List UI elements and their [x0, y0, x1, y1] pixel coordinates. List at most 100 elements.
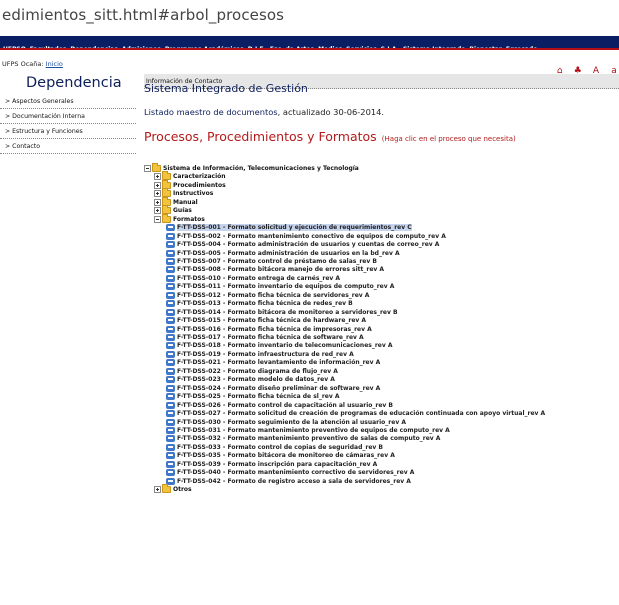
utility-icons: ⌂ ♣ A a — [552, 58, 619, 76]
tree-node-label: Caracterización — [173, 173, 226, 181]
sidebar-title: Dependencia — [26, 75, 122, 91]
document-icon — [166, 291, 175, 299]
tree-node-label: F-TT-DSS-030 - Formato seguimiento de la… — [177, 418, 406, 426]
document-icon — [166, 224, 175, 232]
tree-node-label: F-TT-DSS-039 - Formato inscripción para … — [177, 460, 378, 468]
expand-icon[interactable] — [154, 181, 161, 189]
document-icon — [166, 384, 175, 392]
expand-icon[interactable] — [154, 198, 161, 206]
tree-node-label: F-TT-DSS-026 - Formato control de capaci… — [177, 401, 393, 409]
nav-item[interactable]: Medios — [318, 44, 342, 48]
document-icon — [166, 232, 175, 240]
tree-node-label: Otros — [173, 486, 192, 494]
tree-node-label: F-TT-DSS-005 - Formato administración de… — [177, 249, 400, 257]
tree-node-label: F-TT-DSS-042 - Formato de registro acces… — [177, 477, 411, 485]
nav-item[interactable]: D.I.E. — [248, 44, 266, 48]
folder-icon — [162, 484, 171, 494]
nav-item[interactable]: Facultades — [30, 44, 67, 48]
tree-node-label: Instructivos — [173, 190, 214, 198]
document-icon — [166, 274, 175, 282]
tree-node-label: F-TT-DSS-012 - Formato ficha técnica de … — [177, 291, 370, 299]
page-title: Sistema Integrado de Gestión — [144, 82, 308, 95]
document-icon — [166, 283, 175, 291]
procesos-heading: Procesos, Procedimientos y Formatos (Hag… — [144, 126, 516, 145]
folder-icon — [162, 213, 171, 223]
document-icon — [166, 376, 175, 384]
tree-node-label: F-TT-DSS-011 - Formato inventario de equ… — [177, 283, 395, 291]
document-icon — [166, 443, 175, 451]
document-icon — [166, 334, 175, 341]
tree-node-label: F-TT-DSS-031 - Formato mantenimiento pre… — [177, 426, 450, 434]
tree-node-label: Formatos — [173, 215, 205, 223]
tree-node-label: F-TT-DSS-017 - Formato ficha técnica de … — [177, 334, 364, 341]
tree-node-label: F-TT-DSS-015 - Formato ficha técnica de … — [177, 317, 367, 325]
tree-node-label: F-TT-DSS-040 - Formato mantenimiento cor… — [177, 469, 415, 477]
document-icon — [166, 359, 175, 367]
tree-node-label: F-TT-DSS-014 - Formato bitácora de monit… — [177, 308, 398, 316]
tree-node-label: Sistema de Información, Telecomunicacion… — [163, 165, 359, 172]
top-navigation: UFPSO Facultades Dependencias Admisiones Pro… — [0, 36, 619, 50]
tree-node-label: F-TT-DSS-032 - Formato mantenimiento pre… — [177, 435, 441, 443]
document-icon — [166, 241, 175, 249]
sidebar-item[interactable]: > Estructura y Funciones — [0, 124, 136, 139]
sidebar-item[interactable]: > Aspectos Generales — [0, 94, 136, 109]
tree-node-label: F-TT-DSS-016 - Formato ficha técnica de … — [177, 325, 372, 333]
listado-line: Listado maestro de documentos, actualiza… — [144, 107, 384, 117]
listado-date: , actualizado 30-06-2014. — [277, 107, 385, 117]
sidebar-item[interactable]: > Documentación Interna — [0, 109, 136, 124]
document-icon — [166, 418, 175, 426]
document-icon — [166, 401, 175, 409]
nav-item[interactable]: UFPSO — [3, 44, 26, 48]
tree-node-label: F-TT-DSS-007 - Formato control de présta… — [177, 257, 377, 265]
expand-icon[interactable] — [154, 207, 161, 215]
expand-icon[interactable] — [154, 173, 161, 181]
document-icon — [166, 452, 175, 460]
nav-item[interactable]: S.I.A. — [381, 44, 399, 48]
nav-item[interactable]: Servicios — [346, 44, 377, 48]
procesos-title: Procesos, Procedimientos y Formatos — [144, 129, 377, 144]
collapse-icon[interactable] — [154, 215, 161, 223]
nav-item[interactable]: Sistema Integrado — [403, 44, 465, 48]
tree-node-label: F-TT-DSS-019 - Formato infraestructura d… — [177, 350, 354, 358]
sidebar-item[interactable]: > Contacto — [0, 139, 136, 154]
tree-node-label: F-TT-DSS-013 - Formato ficha técnica de … — [177, 300, 353, 308]
tree-node-label: Guías — [173, 207, 192, 215]
document-icon — [166, 257, 175, 265]
tree-node-label: F-TT-DSS-022 - Formato diagrama de flujo… — [177, 367, 338, 375]
listado-maestro-link[interactable]: Listado maestro de documentos — [144, 107, 278, 117]
document-icon — [166, 266, 175, 274]
tree-node-label: Manual — [173, 198, 198, 206]
breadcrumb-home-link[interactable]: Inicio — [46, 60, 63, 68]
document-icon — [166, 308, 175, 316]
document-icon — [166, 317, 175, 325]
tree-node-label: F-TT-DSS-033 - Formato control de copias… — [177, 443, 383, 451]
nav-item[interactable]: Esc. de Artes — [270, 44, 314, 48]
tree-node-label: F-TT-DSS-002 - Formato mantenimiento con… — [177, 232, 446, 240]
address-bar[interactable]: edimientos_sitt.html#arbol_procesos — [0, 0, 619, 34]
nav-item[interactable]: Bienestar — [469, 44, 502, 48]
document-icon — [166, 325, 175, 333]
nav-item[interactable]: Programas Académicos — [165, 44, 244, 48]
nav-item[interactable]: Egresado — [506, 44, 537, 48]
tree-document[interactable]: F-TT-DSS-042 - Formato de registro acces… — [166, 477, 411, 486]
document-icon — [166, 410, 175, 418]
expand-icon[interactable] — [154, 486, 161, 494]
tree-node-label: F-TT-DSS-025 - Formato ficha técnica de … — [177, 393, 340, 401]
url-text: edimientos_sitt.html#arbol_procesos — [2, 6, 285, 24]
tree-node-label: F-TT-DSS-004 - Formato administración de… — [177, 241, 440, 249]
tree-node-label: F-TT-DSS-008 - Formato bitácora manejo d… — [177, 266, 385, 274]
tree-folder[interactable]: Otros — [154, 484, 192, 494]
document-icon — [166, 469, 175, 477]
nav-item[interactable]: Admisiones — [122, 44, 161, 48]
procesos-hint: (Haga clic en el proceso que necesita) — [381, 135, 516, 143]
tree-node-label: F-TT-DSS-021 - Formato levantamiento de … — [177, 359, 381, 367]
nav-item[interactable]: Dependencias — [70, 44, 118, 48]
expand-icon[interactable] — [154, 190, 161, 198]
tree-node-label: F-TT-DSS-023 - Formato modelo de datos_r… — [177, 376, 335, 384]
tree-node-label: F-TT-DSS-018 - Formato inventario de tel… — [177, 342, 393, 350]
document-icon — [166, 393, 175, 401]
document-icon — [166, 426, 175, 434]
tree-node-label: F-TT-DSS-010 - Formato entrega de carnés… — [177, 274, 341, 282]
breadcrumb-label: UFPS Ocaña: — [2, 60, 44, 68]
collapse-icon[interactable] — [144, 165, 151, 172]
